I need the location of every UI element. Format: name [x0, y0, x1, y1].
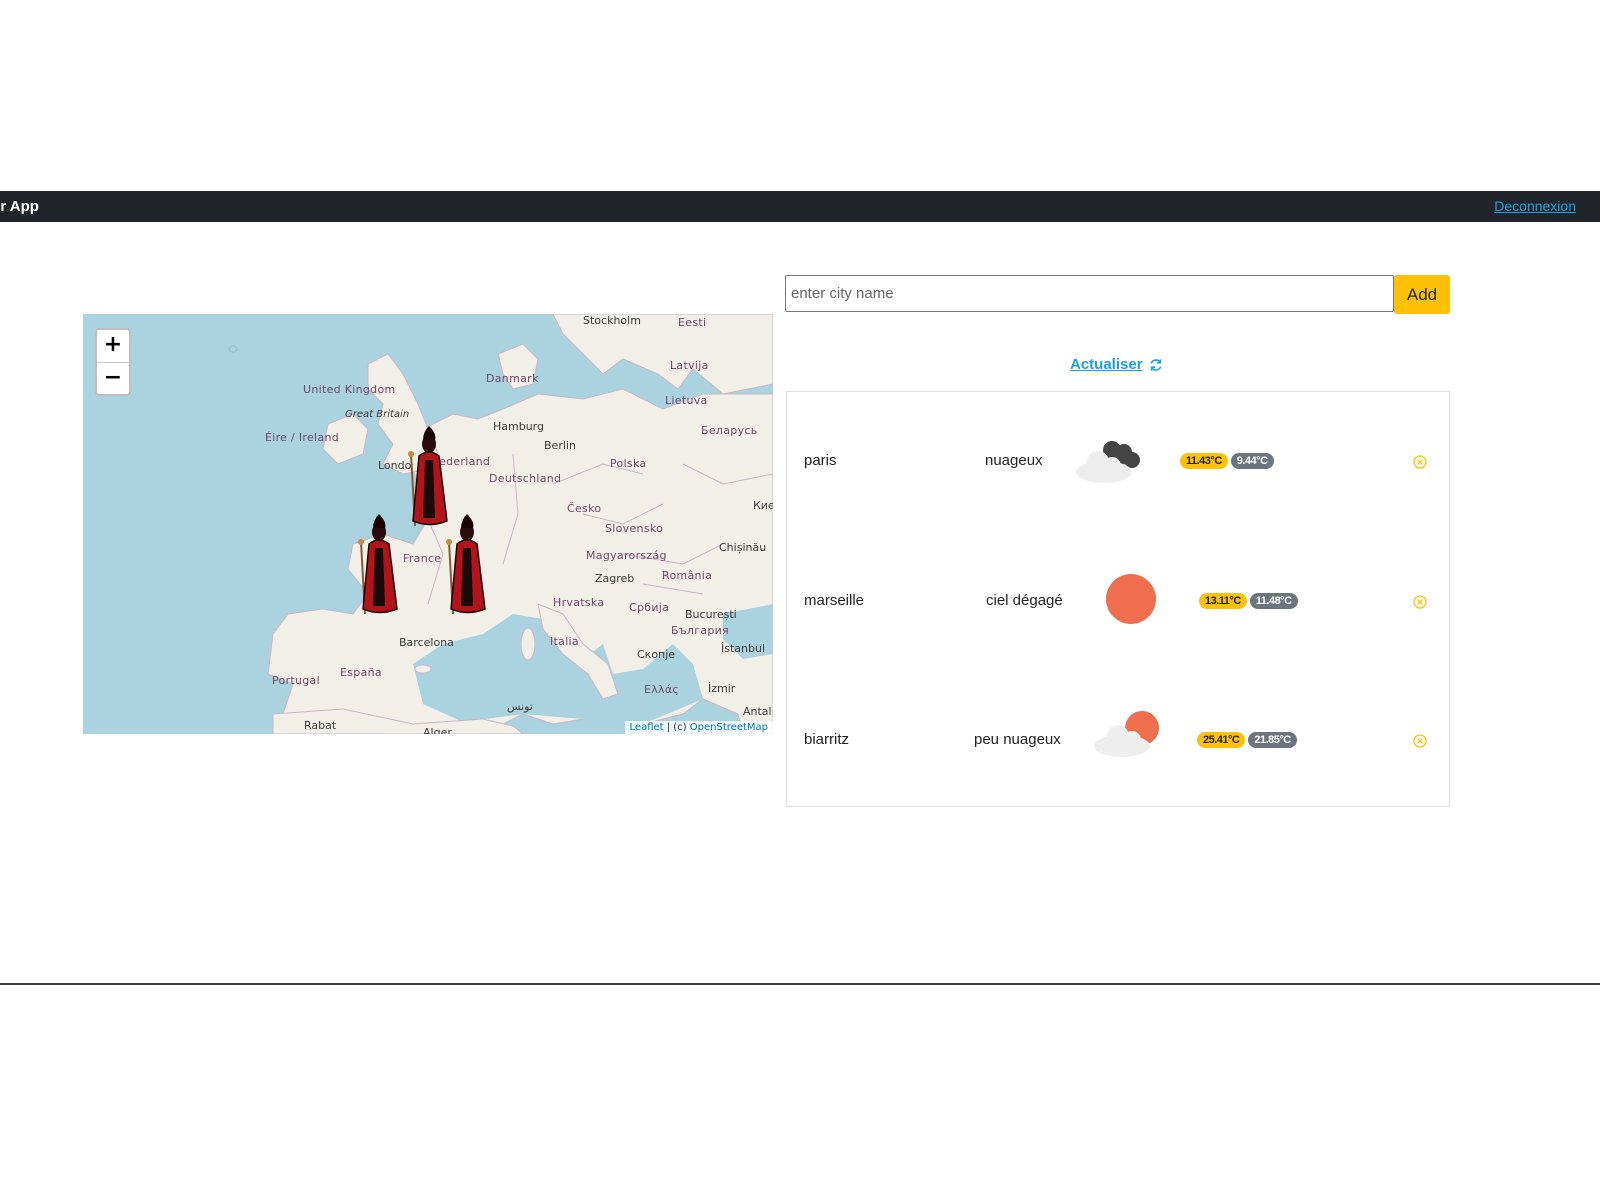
map-label: Barcelona: [399, 636, 454, 649]
map-label: București: [685, 608, 737, 621]
zoom-in-button[interactable]: +: [97, 330, 129, 363]
delete-city-icon[interactable]: [1413, 734, 1427, 748]
map-label: Italia: [550, 635, 579, 648]
map-label: Беларусь: [701, 424, 758, 437]
city-list: paris nuageux 11.43°C 9.44°C marseille ci…: [786, 391, 1450, 807]
city-name: paris: [804, 452, 837, 469]
few-clouds-icon: [1094, 711, 1159, 757]
list-item: marseille ciel dégagé 13.11°C 11.48°C: [787, 530, 1449, 668]
logout-link[interactable]: Deconnexion: [1494, 198, 1576, 214]
weather-description: ciel dégagé: [986, 592, 1063, 609]
city-name: biarritz: [804, 731, 850, 748]
temp-min-badge: 9.44°C: [1230, 452, 1274, 469]
map-label: România: [662, 569, 713, 582]
map-label: تونس: [507, 700, 533, 713]
add-city-button[interactable]: Add: [1394, 275, 1450, 314]
map-label: Latvija: [670, 359, 709, 372]
map-label: Slovensko: [605, 522, 664, 535]
map-label: Србија: [629, 601, 670, 614]
app-brand[interactable]: er App: [0, 198, 39, 215]
villain-marker-icon[interactable]: [443, 514, 491, 616]
map-label: Danmark: [486, 372, 539, 385]
map-label: Berlin: [544, 439, 576, 452]
map-label: България: [671, 624, 730, 637]
openstreetmap-link[interactable]: OpenStreetMap: [690, 722, 768, 733]
temp-max-badge: 11.43°C: [1180, 452, 1228, 469]
weather-description: peu nuageux: [974, 731, 1061, 748]
footer-divider: [0, 983, 1600, 985]
refresh-icon: [1150, 359, 1162, 371]
broken-clouds-icon: [1076, 441, 1140, 483]
map-label: Deutschland: [489, 472, 562, 485]
temperature-badges: 13.11°C 11.48°C: [1199, 592, 1298, 610]
temperature-badges: 25.41°C 21.85°C: [1197, 731, 1297, 749]
map-label: Česko: [567, 502, 602, 515]
map-label: Portugal: [272, 674, 320, 687]
temp-min-badge: 11.48°C: [1249, 592, 1298, 609]
list-item: biarritz peu nuageux 25.41°C 21.85°C: [787, 668, 1449, 806]
city-search-input[interactable]: [785, 275, 1394, 312]
villain-marker-icon[interactable]: [405, 426, 453, 528]
map-label: Alger: [423, 726, 452, 734]
refresh-label: Actualiser: [1070, 356, 1143, 373]
map-label: Magyarország: [586, 549, 667, 562]
clear-sky-icon: [1106, 574, 1156, 624]
city-name: marseille: [804, 592, 865, 609]
map-label: Rabat: [304, 719, 337, 732]
map-label: Stockholm: [583, 314, 641, 327]
map-label: Hrvatska: [553, 596, 605, 609]
map[interactable]: Stockholm Eesti Latvija Danmark Lietuva …: [83, 314, 773, 734]
map-label: Ελλάς: [644, 683, 680, 696]
map-label: Eesti: [678, 316, 707, 329]
map-attribution: Leaflet | (c) OpenStreetMap: [624, 721, 773, 734]
list-item: paris nuageux 11.43°C 9.44°C: [787, 392, 1449, 530]
weather-description: nuageux: [985, 452, 1043, 469]
temp-min-badge: 21.85°C: [1248, 731, 1297, 748]
map-label: United Kingdom: [303, 383, 396, 396]
map-label: Éire / Ireland: [265, 431, 339, 444]
map-label: Antal: [743, 705, 772, 718]
delete-city-icon[interactable]: [1413, 595, 1427, 609]
leaflet-link[interactable]: Leaflet: [630, 722, 664, 733]
map-label: İstanbul: [721, 642, 766, 655]
zoom-out-button[interactable]: −: [97, 363, 129, 394]
villain-marker-icon[interactable]: [355, 514, 403, 616]
temp-max-badge: 13.11°C: [1199, 592, 1247, 609]
map-label: Lietuva: [665, 394, 708, 407]
map-label: Скопје: [637, 648, 676, 661]
map-label: İzmir: [708, 682, 736, 695]
map-label: Great Britain: [345, 409, 410, 420]
map-label: Кие: [753, 499, 773, 512]
map-label: Polska: [610, 457, 647, 470]
map-label: Chișinău: [719, 541, 767, 554]
temp-max-badge: 25.41°C: [1197, 731, 1246, 748]
zoom-control: + −: [95, 328, 131, 396]
map-label: France: [403, 552, 442, 565]
navbar: er App Deconnexion: [0, 191, 1600, 222]
map-label: Hamburg: [493, 420, 544, 433]
refresh-link[interactable]: Actualiser: [1070, 356, 1163, 373]
temperature-badges: 11.43°C 9.44°C: [1180, 452, 1274, 470]
attribution-separator: | (c): [663, 722, 690, 733]
map-label: España: [340, 666, 382, 679]
map-label: Zagreb: [595, 572, 635, 585]
delete-city-icon[interactable]: [1413, 455, 1427, 469]
